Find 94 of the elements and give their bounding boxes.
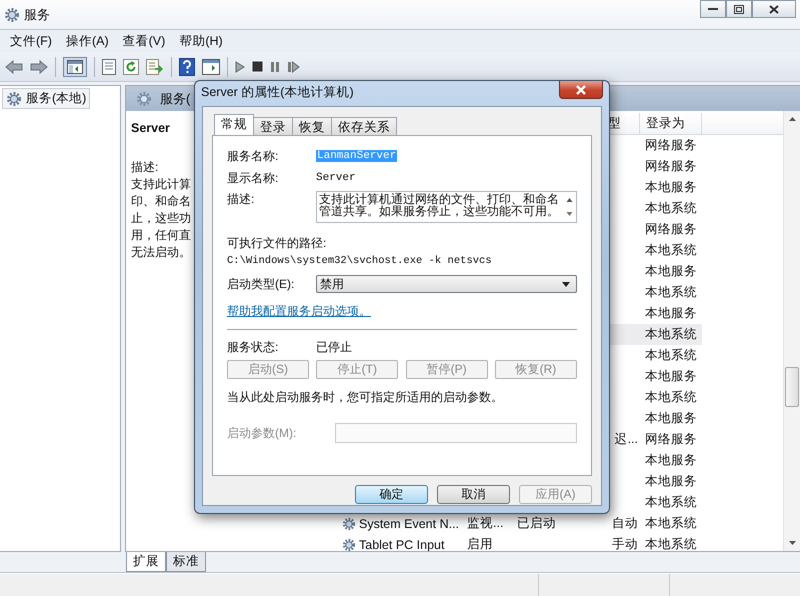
dialog-tab[interactable]: 依存关系: [331, 117, 397, 135]
back-icon[interactable]: [5, 60, 23, 74]
panel-icon[interactable]: [202, 58, 220, 74]
help-icon[interactable]: [179, 58, 195, 76]
field-label: 服务状态:: [227, 338, 280, 356]
close-button[interactable]: [559, 81, 603, 99]
hint-text: 当从此处启动服务时，您可指定所适用的启动参数。: [227, 389, 504, 406]
description-field[interactable]: 支持此计算机通过网络的文件、打印、和命名管道共享。如果服务停止，这些功能不可用。: [316, 191, 577, 223]
logon-account: 网络服务: [645, 221, 697, 238]
description-text: 印、和命名: [131, 193, 191, 210]
dialog-button[interactable]: 确定: [355, 485, 428, 504]
maximize-icon: [734, 4, 744, 14]
view-tab[interactable]: 扩展: [126, 552, 166, 572]
gear-icon: [6, 90, 22, 106]
menu-item[interactable]: 查看(V): [116, 30, 172, 52]
gear-icon: [136, 90, 152, 106]
resume-icon[interactable]: [287, 60, 300, 72]
play-icon[interactable]: [235, 60, 245, 72]
field-label: 服务名称:: [227, 148, 280, 164]
scroll-thumb[interactable]: [785, 367, 799, 407]
logon-account: 本地系统: [645, 326, 697, 343]
field-label: 描述:: [227, 191, 256, 208]
refresh-icon[interactable]: [123, 58, 139, 74]
service-status: 已启动: [517, 515, 556, 532]
description-text: 止，这些功: [131, 210, 191, 227]
close-icon: [769, 4, 779, 14]
path-value: C:\Windows\system32\svchost.exe -k netsvcs: [227, 255, 493, 267]
scroll-down-icon: [788, 541, 796, 545]
dropdown-arrow-icon: [562, 282, 570, 286]
close-icon: [575, 84, 587, 94]
service-name: System Event N...: [359, 516, 460, 530]
stop-icon[interactable]: [252, 61, 263, 72]
description-text: 支持此计算机通过网络的文件、打印、和命名管道共享。如果服务停止，这些功能不可用。: [319, 193, 560, 217]
service-name-value: LanmanServer: [316, 150, 398, 162]
menu-item[interactable]: 操作(A): [60, 30, 115, 52]
field-label: 启动类型(E):: [227, 276, 296, 292]
gear-icon: [342, 538, 356, 551]
description-label: 描述:: [131, 159, 158, 176]
description-text: 用，任何直: [131, 227, 191, 244]
minimize-icon: [708, 7, 718, 11]
pause-icon[interactable]: [270, 60, 280, 72]
logon-account: 本地系统: [645, 536, 697, 551]
path-label: 可执行文件的路径:: [227, 235, 328, 252]
forward-icon[interactable]: [30, 60, 48, 74]
gear-icon: [342, 516, 356, 530]
dialog-tab[interactable]: 常规: [214, 114, 254, 135]
dialog-button[interactable]: 取消: [437, 485, 510, 504]
description-text: 无法启动。: [131, 244, 191, 261]
gear-icon: [4, 6, 20, 22]
menu-item[interactable]: 帮助(H): [173, 30, 229, 52]
help-link[interactable]: 帮助我配置服务启动选项。: [227, 303, 371, 320]
dialog-tab[interactable]: 恢复: [292, 117, 332, 135]
logon-account: 本地服务: [645, 410, 697, 427]
vertical-scrollbar[interactable]: [783, 111, 800, 551]
pane-title: 服务(: [160, 90, 190, 108]
startup-type: 手动: [612, 536, 638, 551]
service-description: 监视...: [467, 515, 504, 532]
console-tree-button[interactable]: [63, 56, 87, 76]
service-name: Tablet PC Input: [359, 538, 444, 551]
logon-account: 本地系统: [645, 284, 697, 301]
startup-type: 自动: [612, 515, 638, 532]
list-row[interactable]: Tablet PC Input 启用 手动 本地系统: [337, 534, 783, 551]
tree-label: 服务(本地): [26, 90, 86, 107]
panel-icon: [67, 60, 83, 74]
description-text: 支持此计算: [131, 176, 191, 193]
properties-icon[interactable]: [102, 58, 116, 74]
export-icon[interactable]: [146, 58, 164, 74]
logon-account: 本地系统: [645, 515, 697, 532]
list-row[interactable]: System Event N... 监视... 已启动 自动 本地系统: [337, 513, 783, 534]
startup-type: 迟...: [614, 431, 638, 448]
dialog-tab[interactable]: 登录: [253, 117, 293, 135]
window-title: 服务: [24, 6, 50, 24]
scroll-arrows-icon: [566, 196, 573, 218]
tree-item[interactable]: 服务(本地): [2, 88, 90, 109]
logon-account: 本地服务: [645, 179, 697, 196]
close-button[interactable]: [752, 0, 796, 18]
maximize-button[interactable]: [726, 0, 752, 18]
field-label: 显示名称:: [227, 170, 280, 186]
scroll-up-icon: [788, 117, 796, 121]
menu-item[interactable]: 文件(F): [4, 30, 58, 52]
dialog-title: Server 的属性(本地计算机): [201, 84, 354, 100]
startup-type-dropdown[interactable]: 禁用: [316, 275, 577, 293]
display-name-value: Server: [316, 172, 356, 184]
logon-account: 网络服务: [645, 431, 697, 448]
view-tab[interactable]: 标准: [166, 552, 206, 572]
column-header[interactable]: 登录为: [640, 113, 702, 135]
logon-account: 本地服务: [645, 452, 697, 469]
service-title: Server: [131, 121, 170, 135]
service-status-value: 已停止: [316, 338, 352, 356]
logon-account: 本地服务: [645, 473, 697, 490]
service-description: 启用: [467, 536, 493, 551]
field-label: 启动参数(M):: [227, 424, 298, 442]
logon-account: 本地服务: [645, 263, 697, 280]
minimize-button[interactable]: [700, 0, 726, 18]
